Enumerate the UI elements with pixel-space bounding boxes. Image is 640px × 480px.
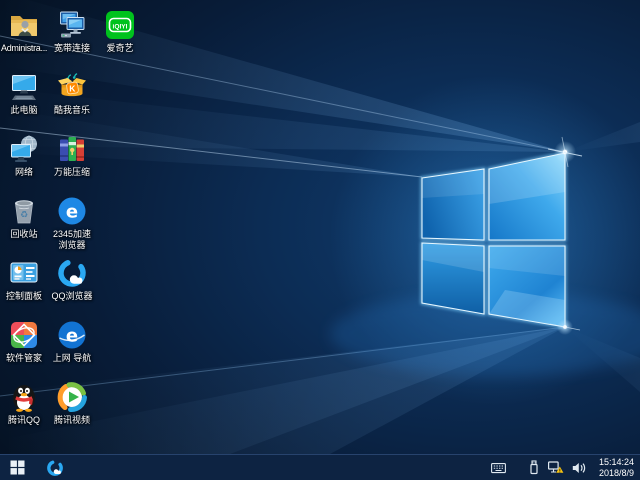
svg-text:♻: ♻ xyxy=(20,211,28,221)
icon-label: 腾讯QQ xyxy=(7,415,40,425)
network-icon xyxy=(11,135,37,162)
icon-label: 腾讯视频 xyxy=(53,415,90,425)
desktop-icon-control-panel[interactable]: 控制面板 xyxy=(0,254,48,302)
kuwo-k-glyph: K xyxy=(69,84,76,94)
usb-device-button[interactable] xyxy=(524,455,544,480)
desktop-icon-broadband[interactable]: 宽带连接 xyxy=(48,6,96,54)
desktop-icon-kuwo-music[interactable]: K 酷我音乐 xyxy=(48,68,96,116)
windows-desktop-screen: Administra... 此电脑 网络 ♻ 回收站 控制面板 软件管家 腾讯Q… xyxy=(0,0,640,480)
this-pc-icon xyxy=(12,75,36,100)
desktop-icon-recycle-bin[interactable]: ♻ 回收站 xyxy=(0,192,48,240)
2345-browser-icon: e xyxy=(58,197,86,225)
tencent-video-icon xyxy=(57,382,87,413)
qq-penguin-icon xyxy=(13,385,35,412)
control-panel-icon xyxy=(10,262,38,283)
desktop-area[interactable]: Administra... 此电脑 网络 ♻ 回收站 控制面板 软件管家 腾讯Q… xyxy=(0,0,640,454)
icon-label: 此电脑 xyxy=(10,105,38,115)
icon-label: QQ浏览器 xyxy=(51,291,93,301)
universal-compression-icon xyxy=(60,137,84,161)
iqiyi-glyph: iQIYI xyxy=(112,23,127,30)
icon-label: 回收站 xyxy=(10,229,38,239)
recycle-bin-icon: ♻ xyxy=(15,200,33,224)
icon-label: 控制面板 xyxy=(5,291,42,301)
desktop-icon-web-navigation[interactable]: e 上网 导航 xyxy=(48,316,96,364)
desktop-icon-qq-browser[interactable]: QQ浏览器 xyxy=(48,254,96,302)
start-button[interactable] xyxy=(0,455,34,480)
kuwo-music-icon: K xyxy=(58,73,86,97)
volume-icon xyxy=(572,462,586,473)
network-status-button[interactable] xyxy=(544,455,568,480)
icon-label: 万能压缩 xyxy=(53,167,90,177)
desktop-icon-software-manager[interactable]: 软件管家 xyxy=(0,316,48,364)
icon-label: Administra... xyxy=(1,43,48,53)
icon-label: 2345加速浏览器 xyxy=(52,229,92,250)
touch-keyboard-icon xyxy=(491,462,506,473)
desktop-icon-administrator[interactable]: Administra... xyxy=(0,6,48,54)
desktop-icon-tencent-qq[interactable]: 腾讯QQ xyxy=(0,378,48,426)
icon-label: 宽带连接 xyxy=(53,43,90,53)
software-manager-icon xyxy=(11,322,37,348)
windows-start-icon xyxy=(10,460,24,475)
icon-label: 网络 xyxy=(14,167,33,177)
iqiyi-icon: iQIYI xyxy=(106,11,134,39)
nav-e-glyph: e xyxy=(66,326,78,347)
desktop-icon-compression[interactable]: 万能压缩 xyxy=(48,130,96,178)
usb-device-icon xyxy=(530,460,538,475)
windows-hero-wallpaper xyxy=(0,0,640,454)
desktop-icon-tencent-video[interactable]: 腾讯视频 xyxy=(48,378,96,426)
desktop-icon-2345-browser[interactable]: e 2345加速浏览器 xyxy=(48,192,96,251)
touch-keyboard-button[interactable] xyxy=(487,455,510,480)
taskbar-qq-browser-button[interactable] xyxy=(40,455,70,480)
network-warning-icon xyxy=(548,461,564,473)
clock-date: 2018/8/9 xyxy=(598,467,634,478)
volume-button[interactable] xyxy=(568,455,590,480)
2345-e-glyph: e xyxy=(66,202,78,223)
icon-label: 酷我音乐 xyxy=(53,105,90,115)
taskbar-clock[interactable]: 15:14:24 2018/8/9 xyxy=(594,457,640,478)
icon-label: 上网 导航 xyxy=(52,353,92,363)
qq-browser-icon xyxy=(47,459,63,476)
taskbar: 15:14:24 2018/8/9 xyxy=(0,454,640,480)
qq-browser-icon xyxy=(58,259,86,287)
broadband-connection-icon xyxy=(60,11,85,38)
clock-time: 15:14:24 xyxy=(598,457,634,467)
desktop-icon-network[interactable]: 网络 xyxy=(0,130,48,178)
icon-label: 软件管家 xyxy=(5,353,42,363)
web-navigation-e-icon: e xyxy=(58,321,86,349)
desktop-icon-this-pc[interactable]: 此电脑 xyxy=(0,68,48,116)
icon-label: 爱奇艺 xyxy=(106,43,134,53)
administrator-folder-icon xyxy=(11,16,37,36)
desktop-icon-iqiyi[interactable]: iQIYI 爱奇艺 xyxy=(96,6,144,54)
system-tray: 15:14:24 2018/8/9 xyxy=(487,455,640,480)
